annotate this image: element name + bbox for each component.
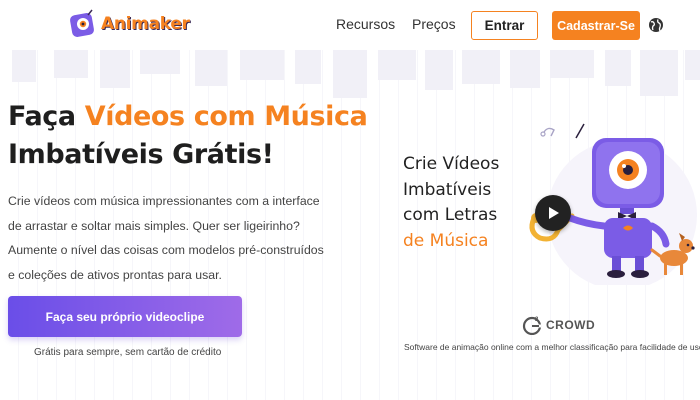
globe-icon[interactable] xyxy=(648,17,664,33)
cta-note: Grátis para sempre, sem cartão de crédit… xyxy=(34,347,222,358)
animaker-logo[interactable]: Animaker xyxy=(68,9,190,39)
panel-title-line2: Imbatíveis xyxy=(403,179,492,200)
hero-title-line2: Imbatíveis Grátis! xyxy=(8,139,274,170)
signup-button[interactable]: Cadastrar-Se xyxy=(552,11,640,40)
hero-title-line1: Faça Vídeos com Música xyxy=(8,98,368,136)
header: Animaker Recursos Preços Entrar Cadastra… xyxy=(0,0,700,50)
g2-crowd-badge[interactable]: 2 CROWD xyxy=(522,315,595,335)
hero-description: Crie vídeos com música impressionantes c… xyxy=(8,194,324,282)
login-button[interactable]: Entrar xyxy=(471,11,538,40)
nav-recursos[interactable]: Recursos xyxy=(336,16,395,32)
rating-note: Software de animação online com a melhor… xyxy=(404,342,700,352)
panel-title: Crie Vídeos Imbatíveis com Letras de Mús… xyxy=(403,152,499,254)
play-button[interactable] xyxy=(535,195,571,231)
nav-precos[interactable]: Preços xyxy=(412,16,456,32)
panel-title-line3: com Letras xyxy=(403,205,498,225)
play-icon xyxy=(549,207,559,219)
hero-title-plain: Faça xyxy=(8,101,85,132)
panel-title-line1: Crie Vídeos xyxy=(403,154,500,174)
hero-title: Faça Vídeos com Música Imbatíveis Grátis… xyxy=(8,98,368,174)
music-note-icon xyxy=(540,127,555,137)
logo-text: Animaker xyxy=(101,14,190,34)
g2-logo-icon: 2 xyxy=(522,316,542,335)
g2-crowd-text: CROWD xyxy=(546,318,596,332)
create-videoclip-button[interactable]: Faça seu próprio videoclipe xyxy=(8,296,242,337)
animaker-logo-icon xyxy=(70,9,94,37)
panel-title-line4: de Música xyxy=(403,230,489,251)
hero-title-accent: Vídeos com Música xyxy=(84,101,368,132)
